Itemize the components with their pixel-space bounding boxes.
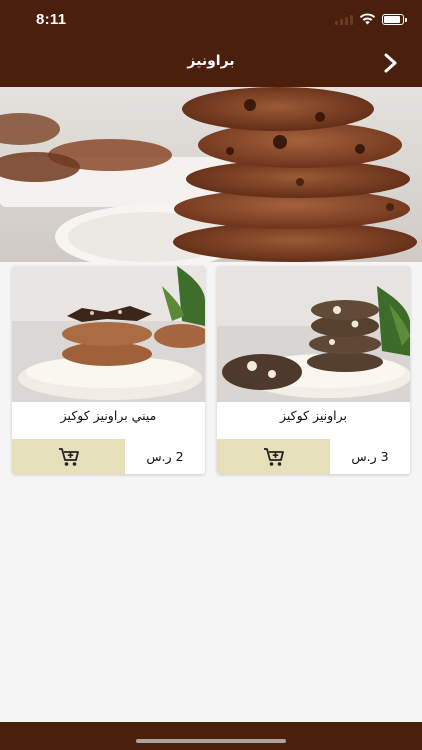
product-name: براونيز كوكيز	[279, 408, 348, 423]
bottom-bar	[0, 722, 422, 750]
hero-banner	[0, 87, 422, 262]
add-to-cart-button[interactable]	[217, 439, 330, 474]
product-image	[12, 266, 205, 402]
add-to-cart-icon	[263, 447, 284, 466]
product-footer: 3 ر.س	[217, 439, 410, 474]
wifi-icon	[359, 13, 376, 25]
add-to-cart-button[interactable]	[12, 439, 125, 474]
product-grid: براونيز كوكيز 3 ر.س ميني براونيز كوكيز 2…	[12, 266, 410, 476]
battery-icon	[382, 13, 407, 25]
product-card[interactable]: ميني براونيز كوكيز 2 ر.س	[12, 266, 205, 474]
status-icons	[335, 13, 407, 25]
home-indicator[interactable]	[136, 739, 286, 743]
mini-brownie-cookies-photo	[12, 266, 205, 402]
status-time: 8:11	[36, 11, 67, 28]
product-card[interactable]: براونيز كوكيز 3 ر.س	[217, 266, 410, 474]
add-to-cart-icon	[58, 447, 79, 466]
page-title: براونيز	[187, 53, 235, 69]
product-footer: 2 ر.س	[12, 439, 205, 474]
product-name: ميني براونيز كوكيز	[60, 408, 157, 423]
product-price: 3 ر.س	[330, 439, 410, 474]
brownies-category-screen: 8:11 براونيز براونيز كوكيز 3 ر.س ميني بر…	[0, 0, 422, 750]
product-price: 2 ر.س	[125, 439, 205, 474]
chevron-right-icon	[384, 53, 397, 73]
stacked-brownie-cookies-banner	[0, 87, 422, 262]
signal-icon	[335, 14, 353, 25]
product-image	[217, 266, 410, 402]
back-button[interactable]	[380, 52, 402, 74]
brownie-cookies-photo	[217, 266, 410, 402]
app-header: 8:11 براونيز	[0, 0, 422, 87]
